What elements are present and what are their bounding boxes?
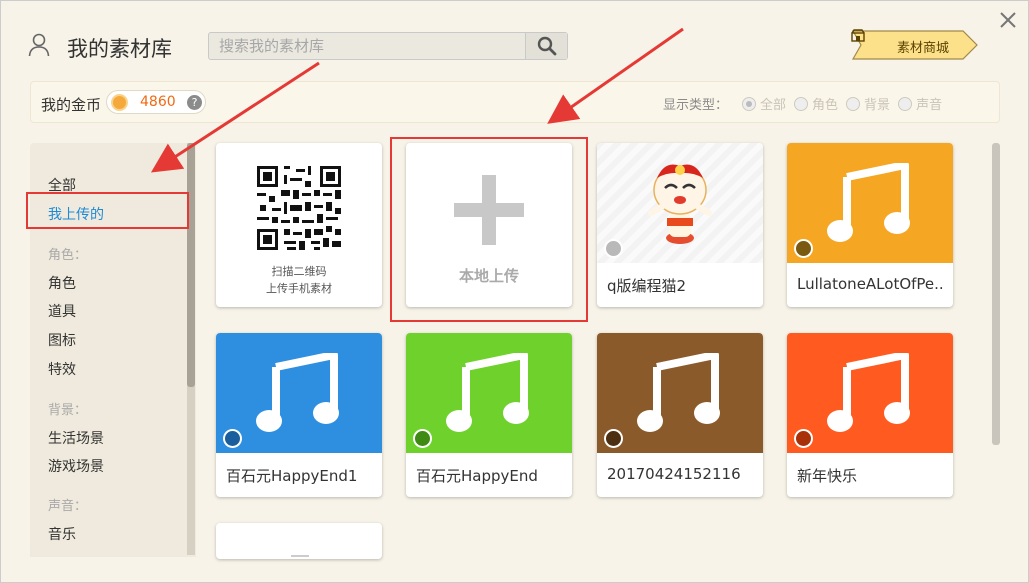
owner-icon (223, 429, 242, 448)
asset-name: 百石元HappyEnd1 (226, 467, 358, 485)
owner-icon (413, 429, 432, 448)
owner-icon (794, 429, 813, 448)
asset-thumbnail (597, 143, 763, 263)
owner-icon (604, 239, 623, 258)
asset-card[interactable]: 百石元HappyEnd1 (216, 333, 382, 497)
asset-thumbnail (787, 333, 953, 453)
qr-upload-card[interactable]: 扫描二维码 上传手机素材 (216, 143, 382, 307)
asset-name: 新年快乐 (797, 467, 858, 485)
asset-card[interactable]: 新年快乐 (787, 333, 953, 497)
asset-name: LullatoneALotOfPe.. (797, 275, 944, 293)
asset-card[interactable]: 20170424152116 (597, 333, 763, 497)
music-note-icon (827, 163, 910, 242)
material-library-window: 我的素材库 素材商城 (0, 0, 1029, 583)
local-upload-label: 本地上传 (458, 267, 519, 285)
qr-caption: 扫描二维码 上传手机素材 (216, 263, 382, 297)
qr-caption-line2: 上传手机素材 (266, 282, 332, 295)
music-note-icon (827, 353, 910, 432)
asset-thumbnail (406, 333, 572, 453)
qr-caption-line1: 扫描二维码 (271, 265, 327, 278)
asset-card[interactable]: 百石元HappyEnd (406, 333, 572, 497)
local-upload-card[interactable]: 本地上传 (406, 143, 572, 307)
owner-icon (604, 429, 623, 448)
grid-scrollbar[interactable] (992, 143, 1000, 555)
asset-card-partial[interactable] (216, 523, 382, 559)
asset-thumbnail (216, 333, 382, 453)
scrollbar-thumb[interactable] (992, 143, 1000, 445)
plus-icon (454, 175, 524, 245)
asset-name: q版编程猫2 (607, 277, 687, 295)
cat-character-icon (648, 164, 712, 244)
asset-thumbnail (787, 143, 953, 263)
owner-icon (794, 239, 813, 258)
asset-name: 百石元HappyEnd (416, 467, 538, 485)
music-note-icon (637, 353, 720, 432)
music-note-icon (256, 353, 339, 432)
music-note-icon (446, 353, 529, 432)
asset-thumbnail (597, 333, 763, 453)
asset-card[interactable]: q版编程猫2 (597, 143, 763, 307)
asset-name: 20170424152116 (607, 465, 741, 483)
qr-code-icon (254, 163, 344, 253)
partial-card-mark (291, 555, 309, 557)
arrow-to-local-upload (547, 27, 684, 124)
asset-card[interactable]: LullatoneALotOfPe.. (787, 143, 953, 307)
